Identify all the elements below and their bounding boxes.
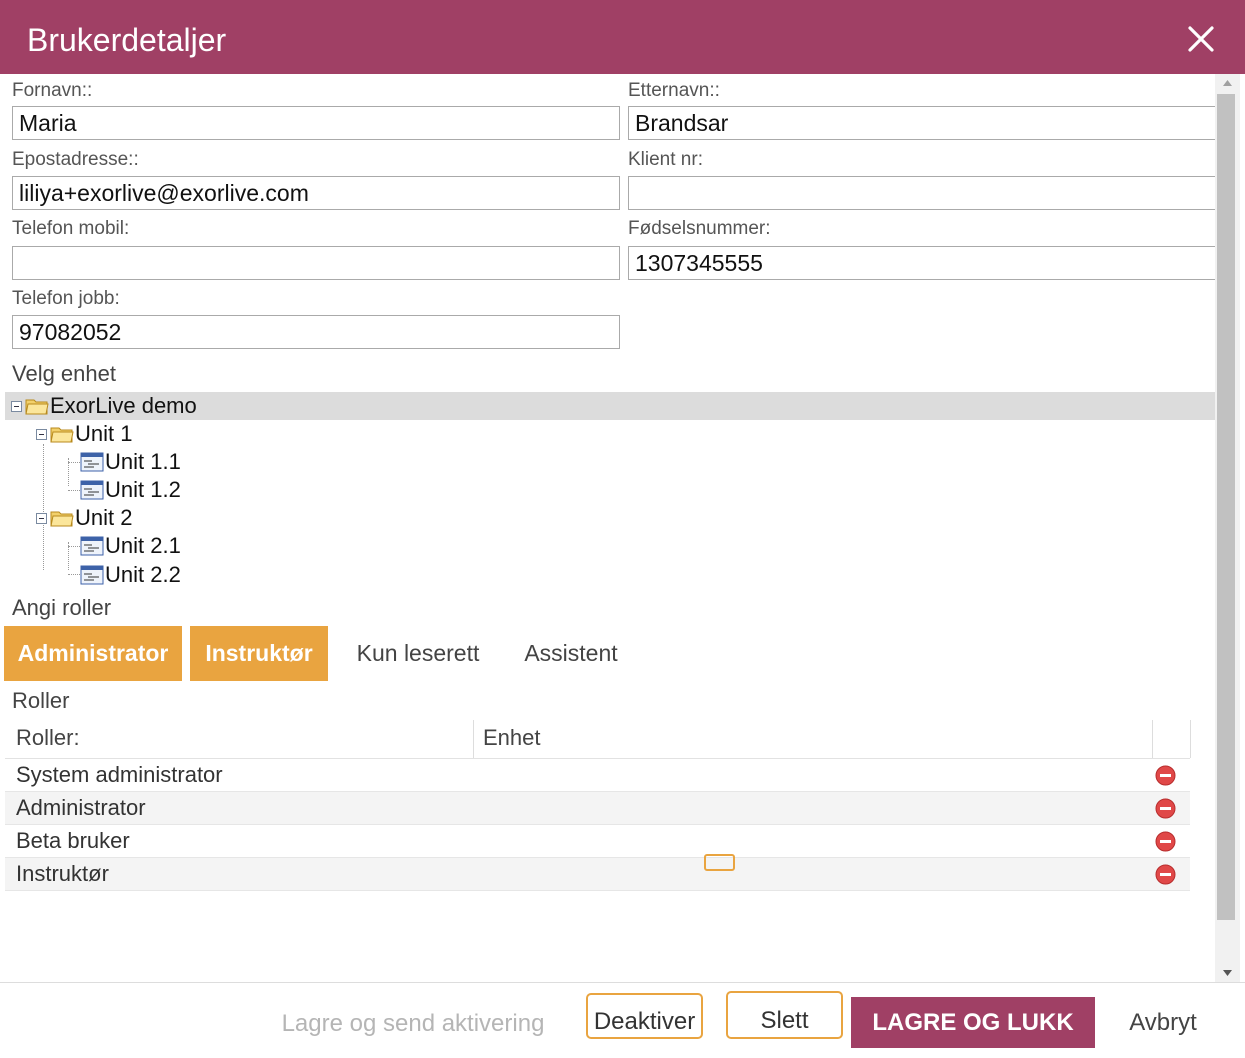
mobile-input[interactable] [12, 246, 620, 280]
column-header-unit[interactable]: Enhet [483, 724, 541, 752]
roles-table-label: Roller [12, 688, 70, 713]
tree-node-unit-1-2[interactable]: Unit 1.2 [80, 476, 181, 504]
unit-icon [80, 536, 104, 556]
first-name-label: Fornavn:: [12, 80, 93, 101]
save-and-close-button[interactable]: LAGRE OG LUKK [851, 997, 1095, 1048]
tree-line [68, 546, 80, 547]
collapse-icon[interactable] [36, 512, 47, 524]
dialog-footer: Lagre og send aktivering Deaktiver Slett… [0, 982, 1245, 1058]
client-no-input[interactable] [628, 176, 1215, 210]
folder-icon [50, 427, 74, 443]
work-phone-input[interactable] [12, 315, 620, 349]
tree-node-unit-1-1[interactable]: Unit 1.1 [80, 448, 181, 476]
collapse-icon[interactable] [36, 428, 47, 440]
first-name-input[interactable] [12, 106, 620, 140]
close-icon[interactable] [1184, 22, 1218, 56]
birth-no-label: Fødselsnummer: [628, 218, 771, 239]
unit-icon [80, 480, 104, 500]
tree-node-unit-2-1[interactable]: Unit 2.1 [80, 532, 181, 560]
column-separator [1152, 720, 1153, 758]
column-separator [1190, 720, 1191, 758]
unit-icon [80, 452, 104, 472]
table-row[interactable]: Beta bruker [5, 825, 1190, 858]
role-instructor-button[interactable]: Instruktør [190, 626, 328, 681]
email-label: Epostadresse:: [12, 149, 139, 170]
tree-node-label: ExorLive demo [50, 393, 197, 418]
scroll-down-icon[interactable] [1215, 964, 1240, 982]
remove-icon[interactable] [1155, 864, 1176, 885]
tree-node-label: Unit 1.1 [105, 449, 181, 474]
folder-icon [50, 511, 74, 527]
focus-indicator [704, 854, 735, 871]
scrollbar-thumb[interactable] [1217, 94, 1235, 920]
tree-node-unit-2-2[interactable]: Unit 2.2 [80, 561, 181, 589]
dialog-title: Brukerdetaljer [27, 22, 227, 58]
role-name: Instruktør [16, 861, 109, 886]
last-name-label: Etternavn:: [628, 80, 720, 101]
roles-table: Roller: Enhet System administrator Admin… [5, 720, 1191, 891]
role-assistant-button[interactable]: Assistent [506, 626, 636, 681]
dialog-header: Brukerdetaljer [0, 0, 1245, 74]
deactivate-button[interactable]: Deaktiver [586, 993, 703, 1039]
vertical-scrollbar[interactable] [1215, 74, 1240, 982]
role-name: Administrator [16, 795, 146, 820]
tree-node-label: Unit 1 [75, 421, 133, 446]
role-administrator-button[interactable]: Administrator [4, 626, 182, 681]
tree-node-unit-1[interactable]: Unit 1 [36, 420, 132, 448]
table-row[interactable]: Instruktør [5, 858, 1190, 891]
role-readonly-button[interactable]: Kun leserett [338, 626, 498, 681]
remove-icon[interactable] [1155, 798, 1176, 819]
tree-line [68, 490, 80, 491]
dialog-content: Fornavn:: Etternavn:: Epostadresse:: Kli… [0, 74, 1215, 982]
birth-no-input[interactable] [628, 246, 1215, 280]
collapse-icon[interactable] [11, 400, 22, 412]
tree-node-unit-2[interactable]: Unit 2 [36, 504, 132, 532]
work-phone-label: Telefon jobb: [12, 288, 120, 309]
role-name: System administrator [16, 762, 223, 787]
unit-section-label: Velg enhet [12, 361, 116, 386]
email-input[interactable] [12, 176, 620, 210]
remove-icon[interactable] [1155, 765, 1176, 786]
tree-node-root[interactable]: ExorLive demo [11, 392, 197, 420]
client-no-label: Klient nr: [628, 149, 703, 170]
folder-icon [25, 399, 49, 415]
table-row[interactable]: Administrator [5, 792, 1190, 825]
last-name-input[interactable] [628, 106, 1215, 140]
scroll-up-icon[interactable] [1215, 74, 1240, 92]
roles-section-label: Angi roller [12, 595, 112, 620]
tree-node-label: Unit 1.2 [105, 477, 181, 502]
column-header-role[interactable]: Roller: [16, 724, 80, 752]
table-header: Roller: Enhet [5, 720, 1191, 759]
mobile-label: Telefon mobil: [12, 218, 130, 239]
tree-line [68, 462, 80, 463]
tree-node-label: Unit 2.2 [105, 562, 181, 587]
save-and-send-activation-button[interactable]: Lagre og send aktivering [270, 1009, 556, 1039]
tree-node-label: Unit 2.1 [105, 533, 181, 558]
unit-icon [80, 565, 104, 585]
delete-button[interactable]: Slett [726, 991, 843, 1039]
remove-icon[interactable] [1155, 831, 1176, 852]
table-row[interactable]: System administrator [5, 759, 1190, 792]
tree-node-label: Unit 2 [75, 505, 133, 530]
tree-line [68, 574, 80, 575]
role-name: Beta bruker [16, 828, 130, 853]
column-separator [473, 720, 474, 758]
cancel-button[interactable]: Avbryt [1112, 1007, 1214, 1039]
